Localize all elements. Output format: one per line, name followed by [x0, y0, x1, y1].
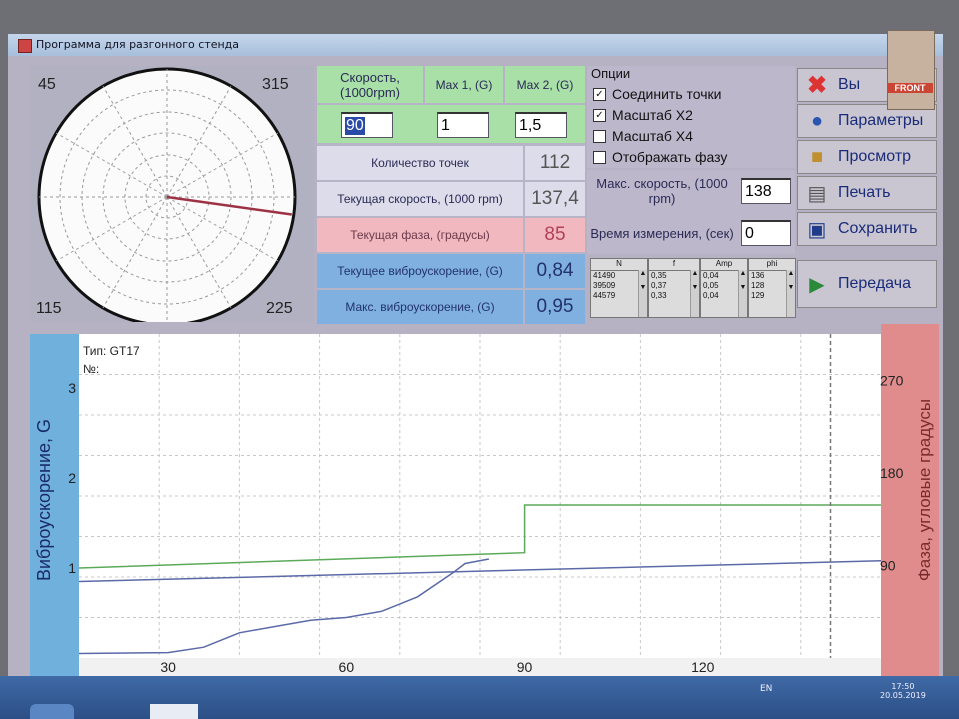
- y-tick-label: 3: [68, 380, 76, 396]
- y-axis-label: Виброускорение, G: [34, 419, 54, 581]
- clock-date: 20.05.2019: [880, 691, 926, 700]
- language-indicator[interactable]: EN: [760, 684, 772, 694]
- taskbar: EN 17:50 20.05.2019: [0, 676, 959, 719]
- clock-time: 17:50: [891, 682, 915, 691]
- system-clock[interactable]: 17:50 20.05.2019: [880, 682, 926, 700]
- chart-svg: 30609012012390180270Скорость вращения, X…: [34, 334, 934, 694]
- taskbar-app-button[interactable]: [150, 704, 198, 719]
- y-tick-label: 1: [68, 560, 76, 576]
- x-tick-label: 30: [160, 659, 176, 675]
- y2-tick-label: 270: [880, 372, 904, 388]
- y2-tick-label: 180: [880, 465, 904, 481]
- y-tick-label: 2: [68, 470, 76, 486]
- x-tick-label: 90: [517, 659, 533, 675]
- y2-tick-label: 90: [880, 557, 896, 573]
- start-button[interactable]: [30, 704, 74, 719]
- x-tick-label: 60: [339, 659, 355, 675]
- y2-axis-label: Фаза, угловые градусы: [915, 399, 934, 581]
- x-tick-label: 120: [691, 659, 715, 675]
